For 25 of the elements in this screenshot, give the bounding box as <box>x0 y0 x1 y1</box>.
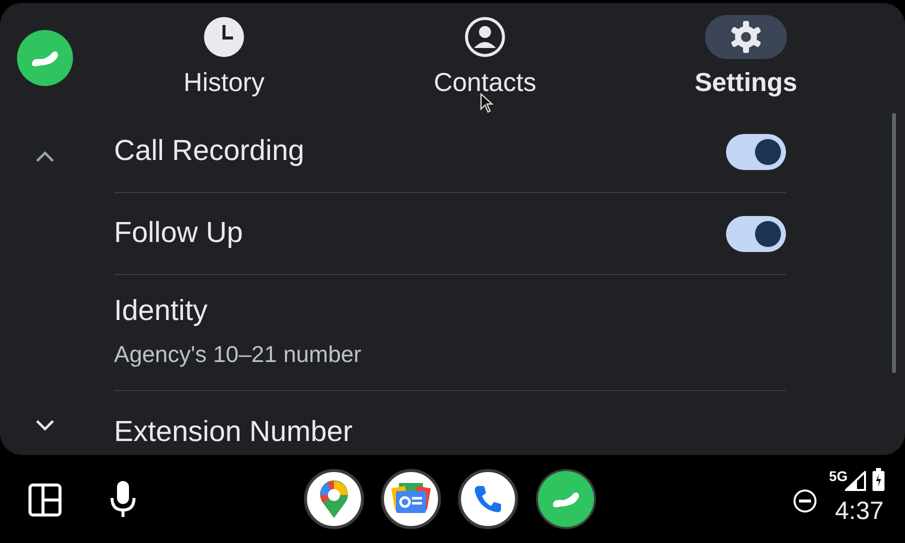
map-pin-icon <box>318 479 350 519</box>
do-not-disturb-icon[interactable] <box>793 489 817 513</box>
setting-title: Extension Number <box>114 414 353 450</box>
battery-icon <box>872 468 885 492</box>
setting-title: Identity <box>114 294 208 329</box>
dashboard-icon[interactable] <box>28 483 62 517</box>
person-icon <box>464 16 506 58</box>
microphone-icon[interactable] <box>110 480 136 518</box>
setting-title: Call Recording <box>114 134 304 169</box>
cursor-icon <box>480 91 494 111</box>
toggle-switch[interactable] <box>726 216 786 252</box>
network-label: 5G <box>829 469 848 483</box>
app-icon <box>538 471 594 527</box>
setting-subtitle: Agency's 10–21 number <box>114 340 362 369</box>
setting-title: Follow Up <box>114 216 243 251</box>
tab-button[interactable]: History <box>139 15 309 102</box>
scrollbar[interactable] <box>892 113 896 373</box>
app-logo-icon[interactable] <box>17 30 73 86</box>
tab-button[interactable]: Contacts <box>400 15 570 102</box>
clock-time: 4:37 <box>835 499 884 524</box>
clock-icon <box>203 16 245 58</box>
signal-icon <box>845 471 867 491</box>
phone-icon <box>472 483 504 515</box>
tab-button[interactable]: Settings <box>661 15 831 102</box>
toggle-switch[interactable] <box>726 134 786 170</box>
